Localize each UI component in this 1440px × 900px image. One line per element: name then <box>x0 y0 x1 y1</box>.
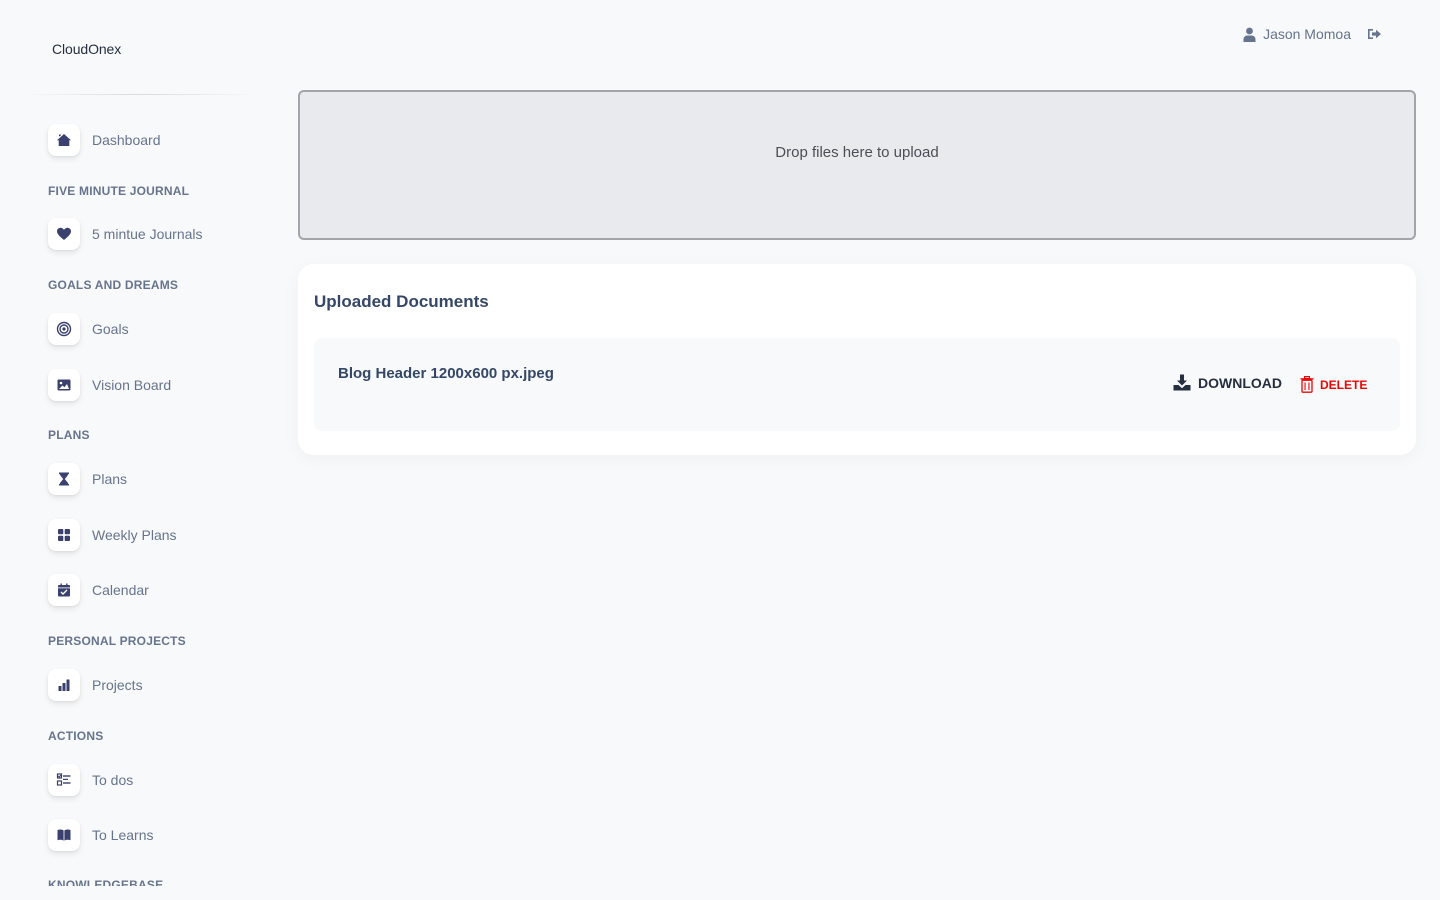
sidebar-item-weekly-plans[interactable]: Weekly Plans <box>48 519 177 551</box>
sidebar: CloudOnex Dashboard FIVE MINUTE JOURNAL … <box>0 0 280 886</box>
download-label: DOWNLOAD <box>1198 374 1282 391</box>
sidebar-item-projects[interactable]: Projects <box>48 669 143 701</box>
section-heading-knowledgebase: KNOWLEDGEBASE <box>48 878 164 886</box>
hourglass-icon <box>48 463 80 495</box>
user-icon <box>1243 27 1256 42</box>
sidebar-item-vision-board[interactable]: Vision Board <box>48 369 171 401</box>
sidebar-item-dashboard[interactable]: Dashboard <box>48 124 161 156</box>
sidebar-item-label: Projects <box>92 677 143 693</box>
user-menu: Jason Momoa <box>1243 26 1382 42</box>
grid-icon <box>48 519 80 551</box>
section-heading-personal-projects: PERSONAL PROJECTS <box>48 634 186 648</box>
download-button[interactable]: DOWNLOAD <box>1173 374 1282 391</box>
brand-logo[interactable]: CloudOnex <box>52 41 121 57</box>
target-icon <box>48 313 80 345</box>
document-row: Blog Header 1200x600 px.jpeg DOWNLOAD DE… <box>314 338 1400 431</box>
sidebar-item-plans[interactable]: Plans <box>48 463 127 495</box>
sidebar-item-to-dos[interactable]: To dos <box>48 764 133 796</box>
delete-button[interactable]: DELETE <box>1300 376 1367 393</box>
sidebar-item-label: To dos <box>92 772 134 788</box>
download-icon <box>1173 374 1191 391</box>
section-heading-actions: ACTIONS <box>48 729 104 743</box>
sign-out-icon[interactable] <box>1367 27 1382 41</box>
home-icon <box>48 124 80 156</box>
document-name: Blog Header 1200x600 px.jpeg <box>338 365 554 382</box>
section-heading-plans: PLANS <box>48 428 90 442</box>
section-heading-goals-and-dreams: GOALS AND DREAMS <box>48 278 179 292</box>
sidebar-item-label: Calendar <box>92 582 149 598</box>
sidebar-item-calendar[interactable]: Calendar <box>48 574 149 606</box>
heart-icon <box>48 218 80 250</box>
sidebar-item-label: Dashboard <box>92 132 161 148</box>
checklist-icon <box>48 764 80 796</box>
trash-icon <box>1300 376 1314 393</box>
sidebar-item-label: Vision Board <box>92 377 172 393</box>
section-heading-five-minute-journal: FIVE MINUTE JOURNAL <box>48 184 190 198</box>
bar-chart-icon <box>48 669 80 701</box>
sidebar-item-label: Plans <box>92 471 128 487</box>
card-title: Uploaded Documents <box>314 292 489 311</box>
calendar-check-icon <box>48 574 80 606</box>
sidebar-item-label: To Learns <box>92 827 154 843</box>
uploaded-documents-card: Uploaded Documents Blog Header 1200x600 … <box>298 264 1416 455</box>
sidebar-item-label: 5 mintue Journals <box>92 226 203 242</box>
file-dropzone[interactable]: Drop files here to upload <box>298 90 1416 240</box>
delete-label: DELETE <box>1320 377 1368 392</box>
sidebar-item-label: Goals <box>92 321 129 337</box>
sidebar-item-journals[interactable]: 5 mintue Journals <box>48 218 203 250</box>
sidebar-item-label: Weekly Plans <box>92 527 177 543</box>
user-name[interactable]: Jason Momoa <box>1263 26 1351 42</box>
sidebar-item-to-learns[interactable]: To Learns <box>48 819 153 851</box>
book-icon <box>48 819 80 851</box>
sidebar-divider <box>24 94 256 95</box>
sidebar-item-goals[interactable]: Goals <box>48 313 129 345</box>
dropzone-text: Drop files here to upload <box>775 144 939 161</box>
image-icon <box>48 369 80 401</box>
